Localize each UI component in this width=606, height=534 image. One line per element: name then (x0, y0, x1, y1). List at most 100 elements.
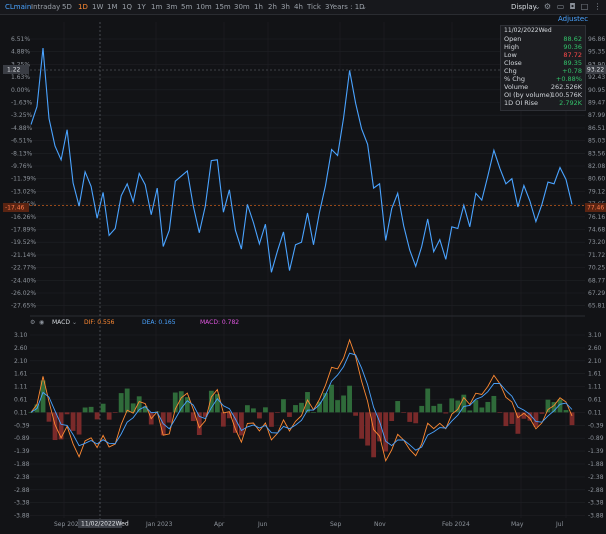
pct-tick-label: 6.51% (11, 36, 30, 43)
price-tick-label: 95.35 (588, 49, 605, 56)
macd-tick-right: -0.89 (588, 435, 604, 442)
macd-title[interactable]: MACD (52, 319, 70, 326)
macd-histogram-bar (275, 412, 280, 413)
macd-tick-left: -2.38 (14, 474, 30, 481)
chevron-down-icon[interactable]: ⌄ (72, 319, 77, 326)
macd-histogram-bar (257, 412, 262, 419)
macd-histogram-bar (569, 412, 575, 426)
macd-histogram-bar (245, 405, 250, 413)
macd-histogram-bar (311, 412, 316, 413)
macd-histogram-bar (539, 412, 545, 414)
macd-histogram-bar (112, 412, 118, 413)
macd-histogram-bar (88, 406, 94, 413)
macd-histogram-bar (425, 388, 431, 413)
macd-tick-right: 2.10 (588, 358, 602, 365)
macd-histogram-bar (473, 400, 479, 413)
macd-histogram-bar (497, 412, 503, 413)
macd-tick-left: 1.11 (14, 384, 28, 391)
macd-histogram-bar (443, 412, 449, 414)
ohlc-info-panel: 11/02/2022Wed Open 88.62 High 90.36 Low 87.… (500, 25, 586, 111)
macd-histogram-bar (515, 412, 521, 434)
macd-histogram-bar (407, 412, 413, 422)
macd-histogram-bar (371, 412, 377, 458)
macd-histogram-bar (323, 392, 328, 413)
price-series-line (30, 48, 573, 273)
macd-tick-left: 3.10 (14, 332, 28, 339)
macd-histogram-bar (293, 405, 298, 413)
price-tick-label: 89.47 (588, 100, 605, 107)
macd-tick-left: 2.60 (14, 345, 28, 352)
macd-histogram-bar (94, 412, 100, 420)
macd-histogram-bar (413, 412, 419, 424)
macd-histogram-bar (419, 405, 425, 413)
macd-histogram-bar (479, 407, 485, 413)
macd-tick-left: -3.88 (14, 513, 30, 520)
time-tick-label: Jun (257, 521, 268, 528)
macd-histogram-bar (329, 384, 334, 413)
eye-icon[interactable]: ◉ (39, 319, 44, 326)
macd-tick-right: -1.39 (588, 448, 604, 455)
time-tick-label: Apr (214, 521, 225, 528)
macd-tick-right: -3.88 (588, 513, 604, 520)
price-tick-label: 82.08 (588, 163, 605, 170)
macd-histogram-bar (335, 400, 340, 413)
pct-tick-label: -24.40% (11, 277, 36, 284)
macd-histogram-bar (359, 412, 365, 439)
price-tick-label: 86.51 (588, 125, 605, 132)
macd-tick-left: -1.88 (14, 461, 30, 468)
last-pct-value: -17.46 (5, 205, 25, 212)
macd-histogram-bar (287, 412, 292, 417)
macd-histogram-bar (491, 395, 497, 413)
macd-tick-left: 2.10 (14, 358, 28, 365)
time-tick-label: May (511, 521, 524, 528)
macd-histogram-bar (449, 398, 455, 413)
macd-histogram-bar (503, 412, 509, 427)
macd-histogram-bar (70, 412, 76, 431)
pct-tick-label: -6.51% (11, 138, 33, 145)
pct-tick-label: 0.00% (11, 87, 30, 94)
macd-histogram-bar (269, 412, 274, 427)
macd-histogram-bar (166, 412, 172, 423)
pct-tick-label: -22.77% (11, 265, 36, 272)
macd-histogram-bar (509, 412, 515, 424)
macd-histogram-bar (76, 412, 82, 435)
macd-tick-left: -0.39 (14, 422, 30, 429)
pct-tick-label: -1.63% (11, 100, 33, 107)
pct-tick-label: -19.52% (11, 239, 36, 246)
macd-tick-right: 3.10 (588, 332, 602, 339)
price-tick-label: 85.03 (588, 138, 605, 145)
pct-tick-label: 4.88% (11, 49, 30, 56)
pct-tick-label: -26.02% (11, 290, 36, 297)
macd-histogram-bar (118, 393, 124, 413)
price-tick-label: 76.16 (588, 214, 605, 221)
macd-tick-right: 0.11 (588, 409, 602, 416)
pct-tick-label: 1.63% (11, 74, 30, 81)
price-tick-label: 90.95 (588, 87, 605, 94)
time-tick-label: Sep (330, 521, 342, 528)
macd-tick-right: 0.61 (588, 397, 602, 404)
macd-histogram-bar (64, 412, 70, 415)
macd-histogram-bar (28, 412, 34, 413)
macd-histogram-bar (341, 395, 346, 413)
macd-histogram-bar (389, 412, 395, 422)
macd-tick-right: 2.60 (588, 345, 602, 352)
price-tick-label: 96.86 (588, 36, 605, 43)
macd-tick-left: 1.61 (14, 371, 28, 378)
price-tick-label: 67.29 (588, 290, 605, 297)
price-tick-label: 70.25 (588, 265, 605, 272)
macd-histogram-bar (220, 412, 226, 427)
pct-tick-label: -21.14% (11, 252, 36, 259)
macd-histogram-bar (251, 408, 256, 413)
macd-histogram-bar (431, 405, 437, 413)
macd-histogram-bar (263, 407, 268, 413)
macd-histogram-bar (281, 399, 286, 413)
macd-histogram-bar (317, 401, 322, 413)
macd-tick-left: -2.88 (14, 487, 30, 494)
price-tick-label: 74.68 (588, 227, 605, 234)
gear-icon[interactable]: ⚙ (30, 319, 35, 326)
pct-tick-label: -11.39% (11, 176, 36, 183)
pct-tick-label: -8.13% (11, 150, 33, 157)
macd-histogram-bar (184, 397, 190, 413)
pct-tick-label: -13.02% (11, 188, 36, 195)
crosshair-price-value: 93.22 (587, 67, 604, 74)
